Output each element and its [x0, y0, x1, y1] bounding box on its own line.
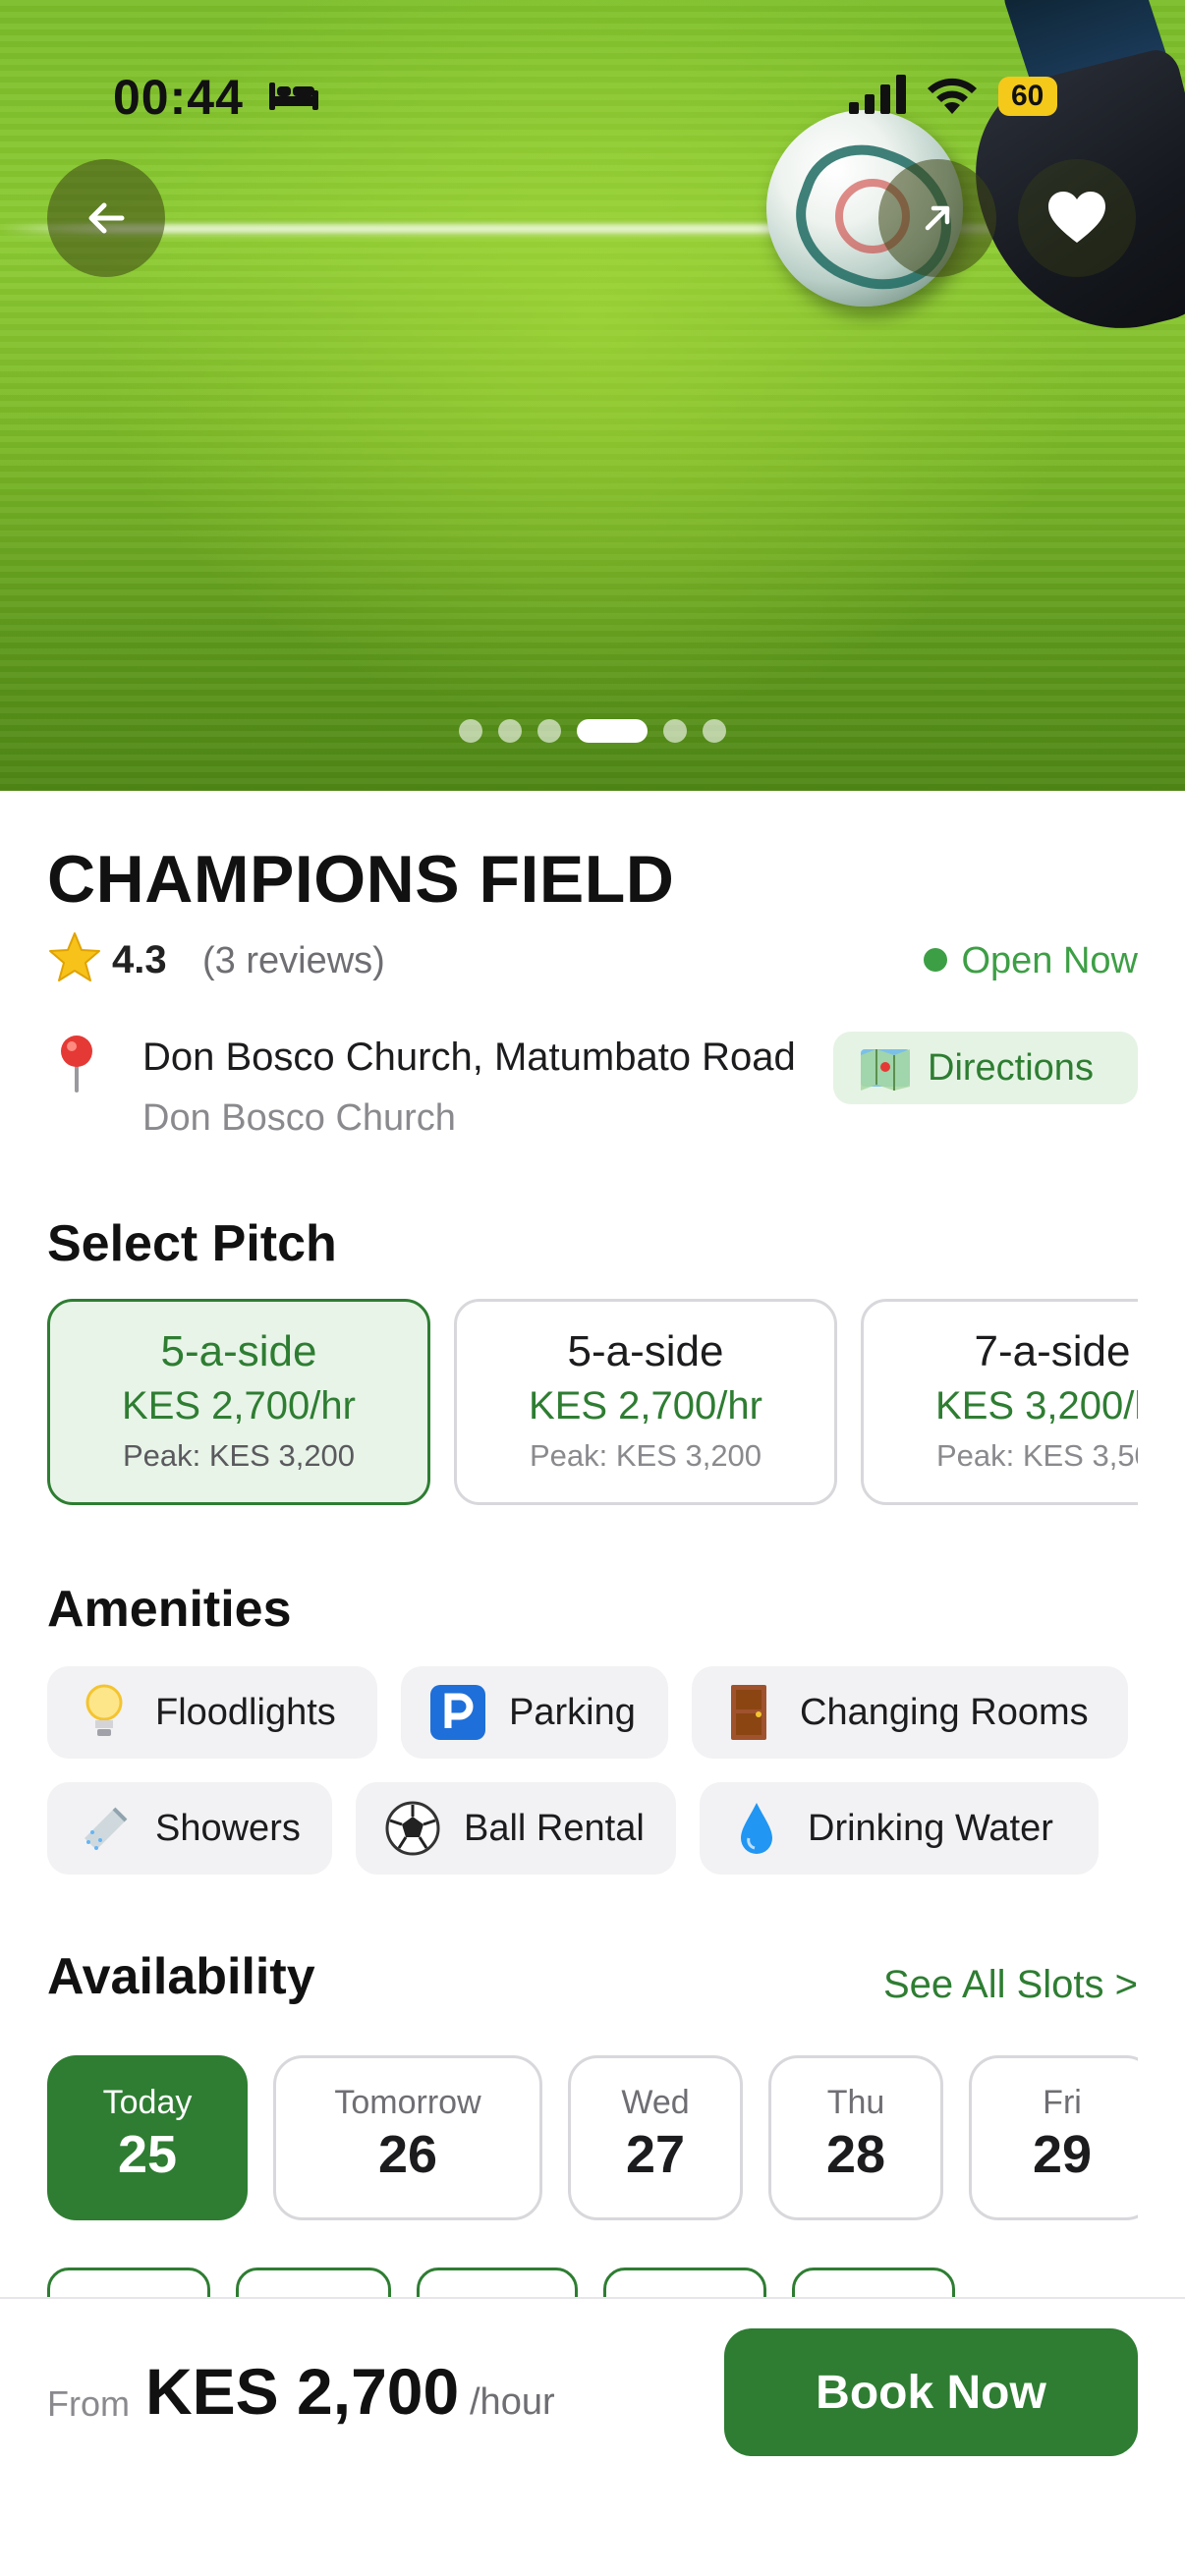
hero-image[interactable]: 00:44 60 [0, 0, 1185, 791]
address-line-1: Don Bosco Church, Matumbato Road [142, 1036, 796, 1079]
pagination-dot[interactable] [703, 719, 726, 743]
door-icon [719, 1683, 778, 1742]
time-slot-chip[interactable] [47, 2268, 210, 2297]
from-label: From [47, 2383, 130, 2424]
open-status-label: Open Now [961, 940, 1138, 981]
pagination-dot[interactable] [498, 719, 522, 743]
time-slot-chip[interactable] [792, 2268, 955, 2297]
cellular-signal-icon [849, 75, 906, 114]
select-pitch-heading: Select Pitch [47, 1215, 337, 1272]
heart-icon [1048, 192, 1105, 243]
date-chip[interactable]: Tomorrow 26 [273, 2055, 542, 2220]
date-chip[interactable]: Today 25 [47, 2055, 248, 2220]
pagination-dot[interactable] [537, 719, 561, 743]
battery-indicator: 60 [998, 77, 1057, 116]
rating-value: 4.3 [112, 938, 167, 981]
water-drop-icon [727, 1799, 786, 1858]
amenities-heading: Amenities [47, 1581, 292, 1638]
lightbulb-icon [75, 1683, 134, 1742]
time-slot-row[interactable] [47, 2268, 1138, 2297]
directions-label: Directions [928, 1046, 1094, 1089]
amenity-label: Ball Rental [464, 1807, 645, 1849]
pitch-name: 5-a-side [160, 1327, 317, 1375]
day-name: Thu [826, 2084, 885, 2121]
venue-name: CHAMPIONS FIELD [47, 842, 675, 917]
status-bar: 00:44 60 [0, 0, 1185, 196]
shower-icon [75, 1799, 134, 1858]
day-name: Fri [1043, 2084, 1082, 2121]
pitch-price: KES 3,200/hr [935, 1384, 1138, 1428]
date-selector[interactable]: Today 25 Tomorrow 26 Wed 27 Thu 28 Fri 2… [47, 2055, 1138, 2222]
day-name: Wed [621, 2084, 690, 2121]
pitch-carousel[interactable]: 5-a-side KES 2,700/hr Peak: KES 3,200 5-… [47, 1299, 1138, 1507]
open-status: Open Now [924, 940, 1138, 982]
pitch-card[interactable]: 5-a-side KES 2,700/hr Peak: KES 3,200 [454, 1299, 837, 1505]
starting-price: KES 2,700 [145, 2355, 460, 2428]
rating-row: 4.3 (3 reviews) Open Now [47, 928, 1138, 987]
address-line-2: Don Bosco Church [142, 1097, 456, 1139]
amenity-label: Changing Rooms [800, 1691, 1089, 1733]
share-button[interactable] [878, 159, 996, 277]
share-arrow-icon [925, 205, 950, 231]
see-all-slots-link[interactable]: See All Slots > [883, 1963, 1138, 2007]
day-number: 29 [1032, 2125, 1093, 2184]
soccer-ball-icon [383, 1799, 442, 1858]
date-chip[interactable]: Thu 28 [768, 2055, 943, 2220]
amenity-chip: Changing Rooms [692, 1666, 1128, 1759]
parking-icon [428, 1683, 487, 1742]
day-number: 26 [377, 2125, 438, 2184]
time-slot-chip[interactable] [603, 2268, 766, 2297]
arrow-left-icon [88, 202, 125, 234]
favorite-button[interactable] [1018, 159, 1136, 277]
status-time: 00:44 [113, 70, 244, 125]
amenity-chip: Showers [47, 1782, 332, 1875]
pagination-dot-active[interactable] [577, 719, 648, 743]
day-number: 25 [117, 2125, 178, 2184]
day-name: Tomorrow [334, 2084, 481, 2121]
amenity-label: Floodlights [155, 1691, 336, 1733]
map-icon [861, 1049, 910, 1091]
pitch-peak-price: Peak: KES 3,500 [935, 1438, 1138, 1473]
image-pagination [0, 717, 1185, 745]
pitch-name: 5-a-side [567, 1327, 724, 1375]
pitch-card[interactable]: 5-a-side KES 2,700/hr Peak: KES 3,200 [47, 1299, 430, 1505]
booking-bar: From KES 2,700 /hour Book Now [0, 2297, 1185, 2576]
availability-heading: Availability [47, 1948, 315, 2005]
directions-button[interactable]: Directions [833, 1032, 1138, 1104]
pagination-dot[interactable] [663, 719, 687, 743]
day-number: 27 [625, 2125, 686, 2184]
date-chip[interactable]: Wed 27 [568, 2055, 743, 2220]
star-icon [49, 932, 100, 981]
location-pin-icon [61, 1036, 92, 1092]
amenity-chip: Ball Rental [356, 1782, 676, 1875]
book-now-button[interactable]: Book Now [724, 2328, 1138, 2456]
pitch-peak-price: Peak: KES 3,200 [122, 1438, 356, 1473]
back-button[interactable] [47, 159, 165, 277]
amenity-chip: Floodlights [47, 1666, 377, 1759]
status-dot-icon [924, 947, 948, 972]
pagination-dot[interactable] [459, 719, 482, 743]
amenity-label: Showers [155, 1807, 301, 1849]
amenity-label: Drinking Water [808, 1807, 1053, 1849]
wifi-icon [928, 78, 977, 114]
time-slot-chip[interactable] [417, 2268, 578, 2297]
time-slot-chip[interactable] [236, 2268, 391, 2297]
review-count[interactable]: (3 reviews) [202, 940, 385, 982]
pitch-peak-price: Peak: KES 3,200 [529, 1438, 762, 1473]
price-unit: /hour [470, 2381, 555, 2423]
pitch-card[interactable]: 7-a-side KES 3,200/hr Peak: KES 3,500 [861, 1299, 1138, 1505]
pitch-price: KES 2,700/hr [122, 1384, 356, 1428]
day-name: Today [102, 2084, 193, 2121]
amenity-chip: Parking [401, 1666, 668, 1759]
pitch-price: KES 2,700/hr [529, 1384, 762, 1428]
amenity-label: Parking [509, 1691, 636, 1733]
pitch-name: 7-a-side [974, 1327, 1131, 1375]
day-number: 28 [825, 2125, 886, 2184]
date-chip[interactable]: Fri 29 [969, 2055, 1138, 2220]
bed-icon [269, 83, 318, 110]
amenity-chip: Drinking Water [700, 1782, 1099, 1875]
